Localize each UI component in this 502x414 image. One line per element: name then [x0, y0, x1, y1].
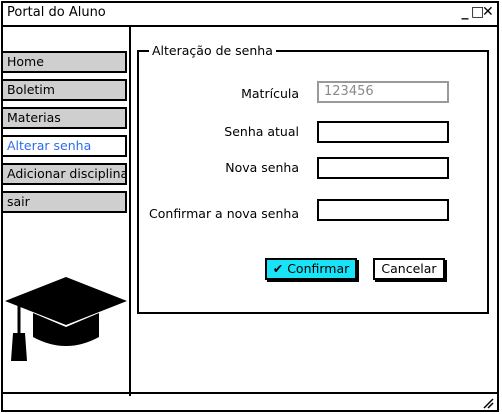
sidebar-item-sair[interactable]: sair	[3, 191, 127, 213]
title-bar: Portal do Aluno _ □✕	[3, 3, 497, 27]
window-title: Portal do Aluno	[7, 5, 106, 20]
new-password-field[interactable]	[317, 157, 449, 179]
minimize-button[interactable]: _	[460, 4, 471, 20]
graduation-cap-icon	[3, 275, 129, 367]
senha-atual-label: Senha atual	[224, 124, 299, 139]
nova-senha-label: Nova senha	[225, 160, 299, 175]
cancel-button[interactable]: Cancelar	[373, 258, 445, 280]
matricula-field: 123456	[317, 81, 449, 103]
password-change-fieldset: Alteração de senha Matrícula 123456 Senh…	[137, 43, 489, 314]
checkmark-icon: ✔	[272, 261, 284, 276]
fieldset-legend: Alteração de senha	[149, 43, 276, 58]
close-button[interactable]: ✕	[482, 4, 494, 20]
maximize-button[interactable]: □	[471, 4, 484, 20]
confirm-button-label: Confirmar	[287, 261, 350, 276]
sidebar-item-home[interactable]: Home	[3, 51, 127, 73]
sidebar-item-materias[interactable]: Materias	[3, 107, 127, 129]
confirm-password-field[interactable]	[317, 199, 449, 221]
confirmar-senha-label: Confirmar a nova senha	[149, 206, 299, 221]
status-bar	[3, 392, 497, 410]
app-window: Portal do Aluno _ □✕ Home Boletim Materia…	[1, 1, 499, 412]
matricula-label: Matrícula	[241, 86, 299, 101]
confirm-button[interactable]: ✔ Confirmar	[265, 258, 357, 280]
sidebar-item-boletim[interactable]: Boletim	[3, 79, 127, 101]
sidebar-item-adicionar-disciplinas[interactable]: Adicionar disciplinas	[3, 163, 127, 185]
current-password-field[interactable]	[317, 121, 449, 143]
resize-grip-icon[interactable]	[482, 397, 494, 409]
sidebar-item-alterar-senha[interactable]: Alterar senha	[3, 135, 127, 157]
sidebar: Home Boletim Materias Alterar senha Adic…	[3, 27, 131, 396]
window-controls: _ □✕	[460, 4, 494, 20]
main-content: Alteração de senha Matrícula 123456 Senh…	[131, 27, 497, 396]
